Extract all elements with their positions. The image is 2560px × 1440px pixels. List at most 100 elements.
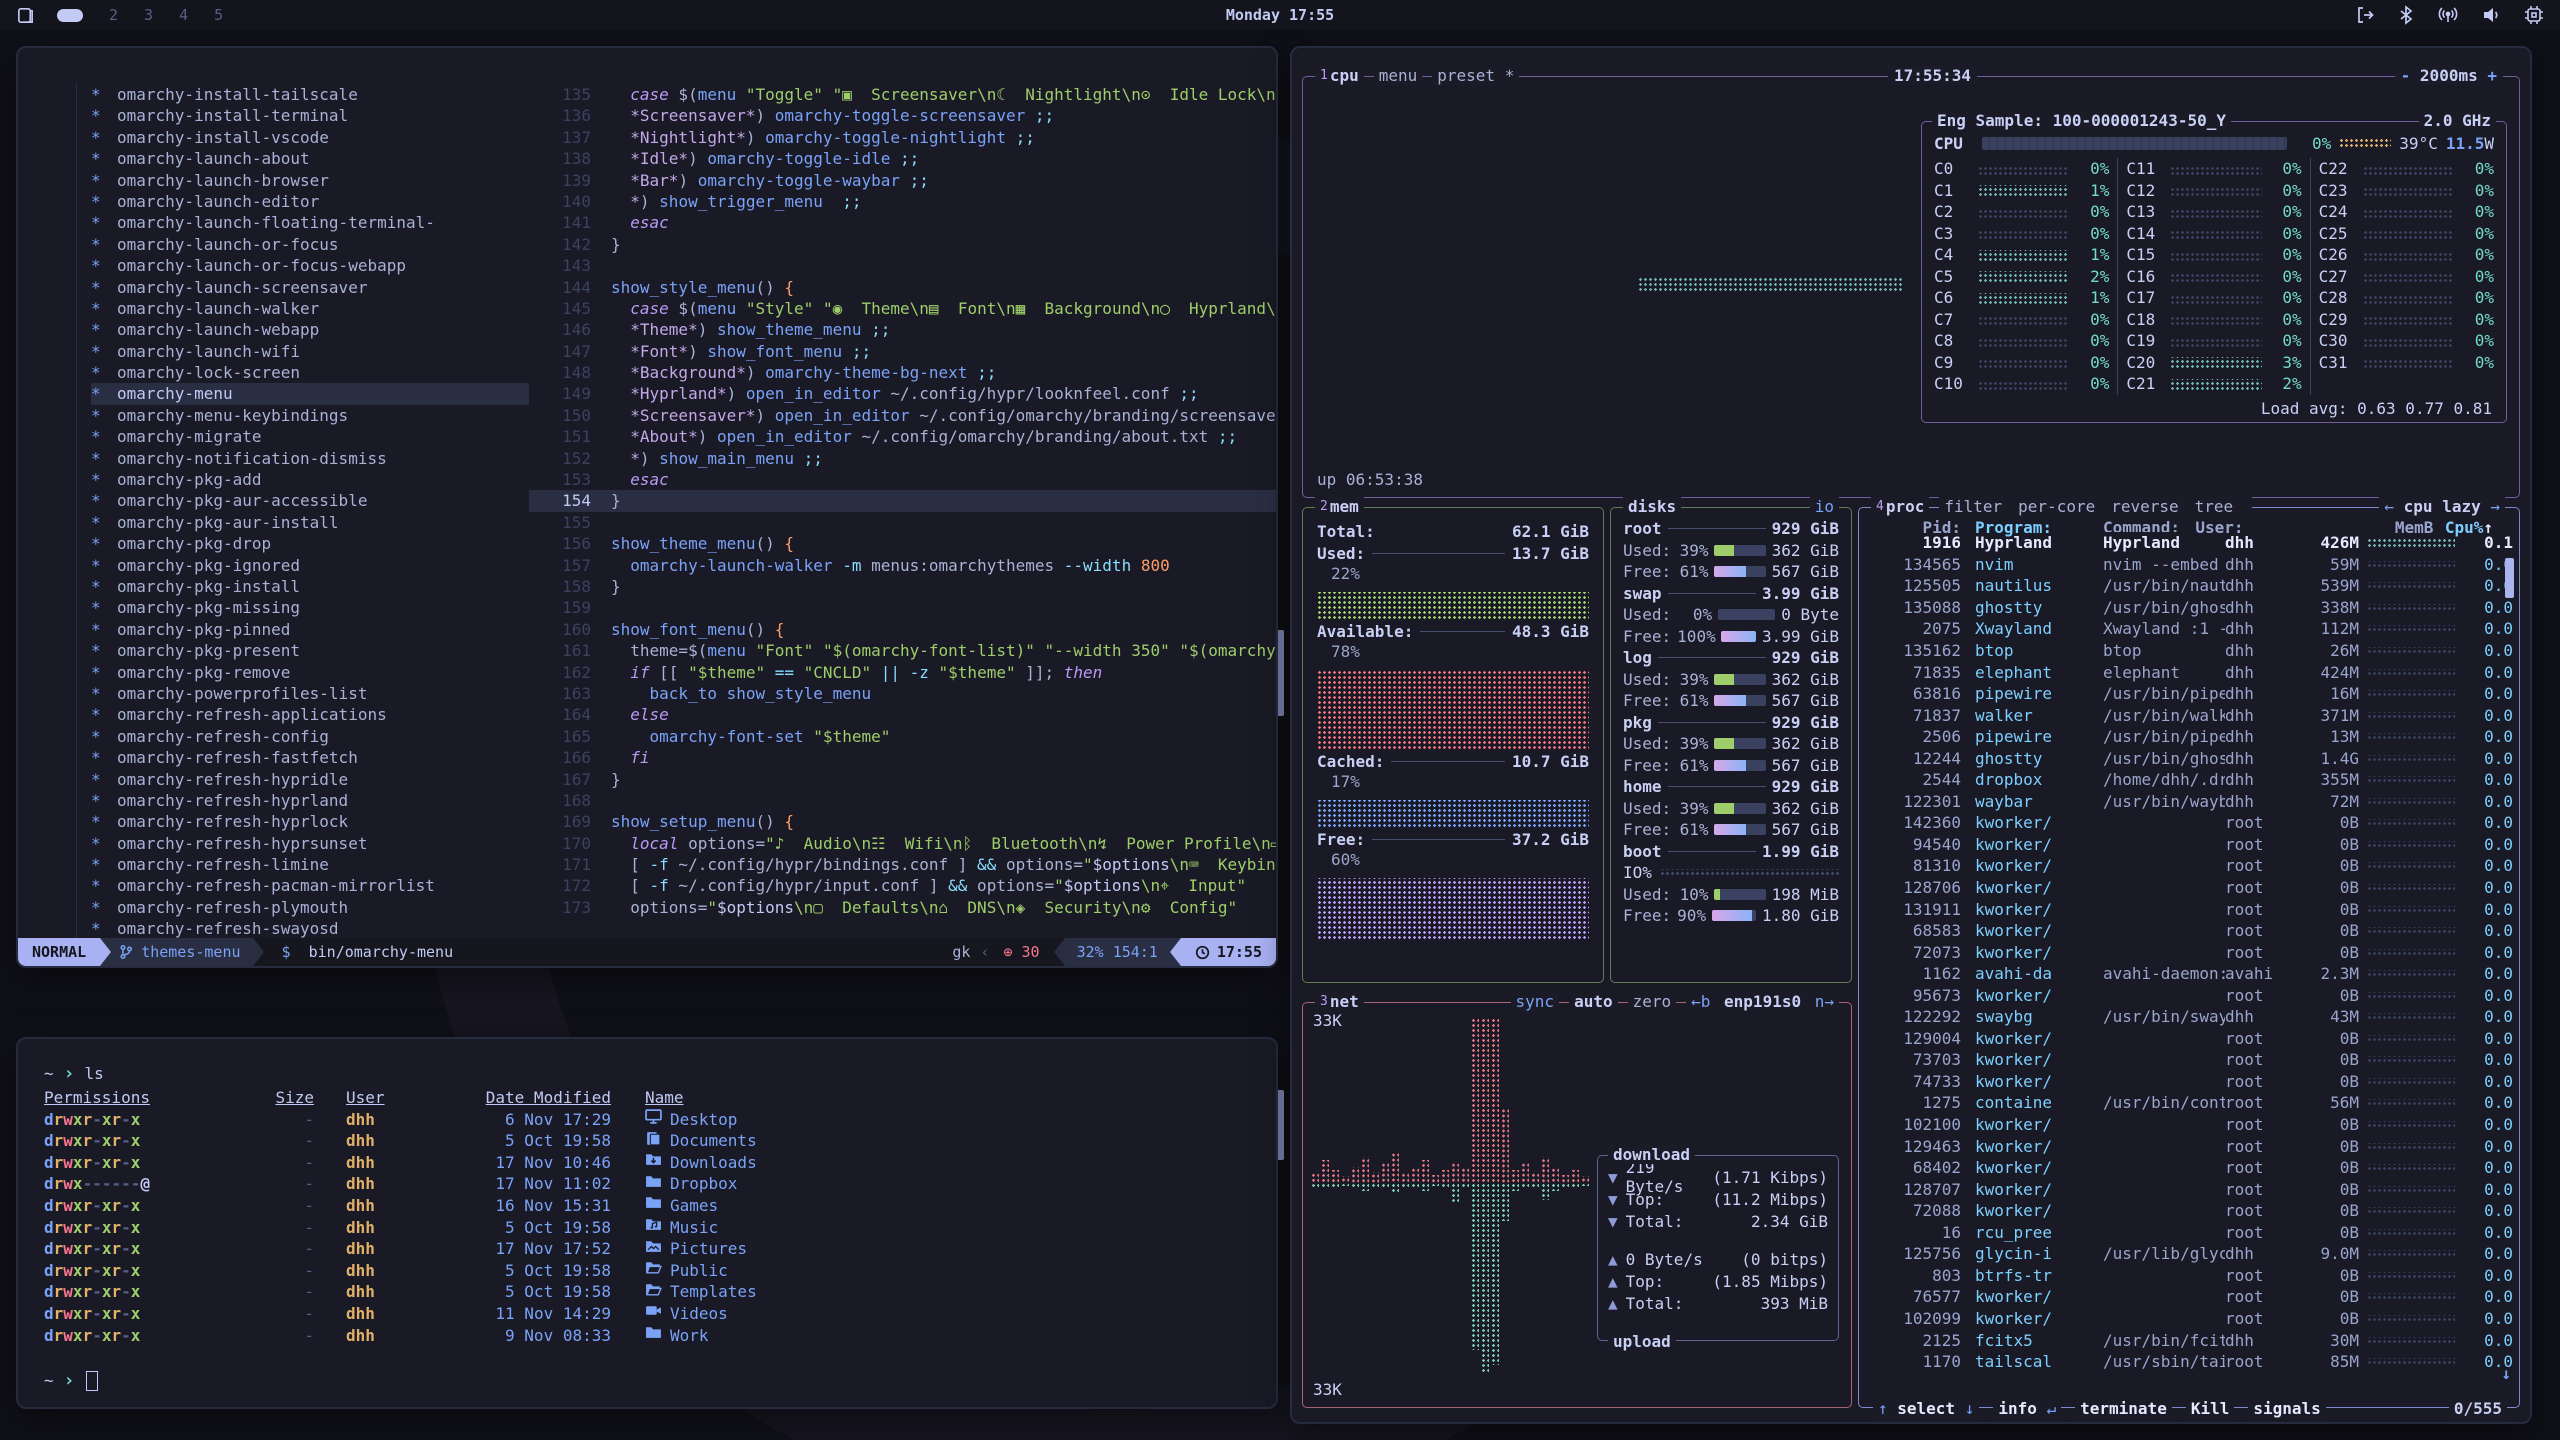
file-item[interactable]: *omarchy-refresh-swayosd xyxy=(91,918,529,939)
file-item[interactable]: *omarchy-pkg-aur-install xyxy=(91,512,529,533)
file-item[interactable]: *omarchy-refresh-hyprlock xyxy=(91,811,529,832)
proc-row[interactable]: 135088ghostty/usr/bin/ghostty --gtk-dhh3… xyxy=(1869,597,2513,619)
file-item[interactable]: *omarchy-launch-about xyxy=(91,148,529,169)
menu-button[interactable]: menu xyxy=(1374,66,1423,86)
file-item[interactable]: *omarchy-pkg-ignored xyxy=(91,555,529,576)
proc-tab-per-core[interactable]: per-core xyxy=(2018,497,2095,517)
proc-row[interactable]: 68402kworker/root0B0.0 xyxy=(1869,1157,2513,1179)
volume-icon[interactable] xyxy=(2481,5,2502,25)
workspaces-overview-icon[interactable] xyxy=(16,6,35,25)
proc-row[interactable]: 803btrfs-trroot0B0.0 xyxy=(1869,1265,2513,1287)
file-item[interactable]: *omarchy-pkg-install xyxy=(91,576,529,597)
prompt-line[interactable]: ~ › xyxy=(44,1370,1276,1392)
proc-col-user[interactable]: User: xyxy=(2195,518,2267,532)
proc-row[interactable]: 74733kworker/root0B0.0 xyxy=(1869,1071,2513,1093)
file-item[interactable]: *omarchy-install-terminal xyxy=(91,105,529,126)
proc-row[interactable]: 2506pipewire/usr/bin/pipewire-pulsedhh13… xyxy=(1869,726,2513,748)
proc-col-cpu%[interactable]: Cpu% xyxy=(2433,518,2483,532)
file-item[interactable]: *omarchy-refresh-plymouth xyxy=(91,897,529,918)
interface-switcher[interactable]: ←b enp191s0 n→ xyxy=(1686,992,1839,1012)
file-item[interactable]: *omarchy-launch-browser xyxy=(91,170,529,191)
file-item[interactable]: *omarchy-launch-webapp xyxy=(91,319,529,340)
file-item[interactable]: *omarchy-pkg-aur-accessible xyxy=(91,490,529,511)
dir-name[interactable]: Public xyxy=(611,1259,728,1282)
workspace-active[interactable] xyxy=(57,9,83,22)
proc-action-select[interactable]: ↑ select ↓ xyxy=(1873,1399,1979,1418)
auto-button[interactable]: auto xyxy=(1569,992,1618,1012)
file-item[interactable]: *omarchy-launch-walker xyxy=(91,298,529,319)
proc-row[interactable]: 122301waybar/usr/bin/waybardhh72M0.0 xyxy=(1869,791,2513,813)
proc-row[interactable]: 125756glycin-i/usr/lib/glycin-loadersdhh… xyxy=(1869,1243,2513,1265)
proc-row[interactable]: 142360kworker/root0B0.0 xyxy=(1869,812,2513,834)
file-item[interactable]: *omarchy-pkg-drop xyxy=(91,533,529,554)
file-item[interactable]: *omarchy-install-tailscale xyxy=(91,84,529,105)
proc-col-program[interactable]: Program: xyxy=(1961,518,2103,532)
tab-proc[interactable]: 4proc xyxy=(1871,497,1929,517)
proc-row[interactable]: 12244ghostty/usr/bin/ghostty --gtk-dhh1.… xyxy=(1869,747,2513,769)
proc-action-signals[interactable]: signals xyxy=(2248,1399,2325,1418)
code-pane[interactable]: 135 case $(menu "Toggle" "▣ Screensaver\… xyxy=(529,84,1276,938)
file-item[interactable]: *omarchy-launch-or-focus xyxy=(91,234,529,255)
proc-row[interactable]: 72073kworker/root0B0.0 xyxy=(1869,941,2513,963)
bluetooth-icon[interactable] xyxy=(2397,5,2415,25)
dir-name[interactable]: Games xyxy=(611,1194,718,1217)
clock[interactable]: Monday 17:55 xyxy=(1226,6,1334,24)
workspace-3[interactable]: 3 xyxy=(144,6,153,24)
sort-selector[interactable]: ← cpu lazy → xyxy=(2379,497,2505,516)
file-item[interactable]: *omarchy-notification-dismiss xyxy=(91,448,529,469)
file-item[interactable]: *omarchy-refresh-applications xyxy=(91,704,529,725)
proc-col-command[interactable]: Command: xyxy=(2103,518,2195,532)
proc-row[interactable]: 76577kworker/root0B0.0 xyxy=(1869,1286,2513,1308)
file-item[interactable]: *omarchy-refresh-hypridle xyxy=(91,769,529,790)
preset-button[interactable]: preset * xyxy=(1432,66,1519,86)
workspace-5[interactable]: 5 xyxy=(214,6,223,24)
file-item[interactable]: *omarchy-launch-or-focus-webapp xyxy=(91,255,529,276)
proc-action-info[interactable]: info ↵ xyxy=(1993,1399,2061,1418)
file-item[interactable]: *omarchy-launch-editor xyxy=(91,191,529,212)
zero-button[interactable]: zero xyxy=(1628,992,1677,1012)
file-item[interactable]: *omarchy-menu xyxy=(91,383,529,404)
file-item[interactable]: *omarchy-refresh-limine xyxy=(91,854,529,875)
proc-row[interactable]: 73703kworker/root0B0.0 xyxy=(1869,1049,2513,1071)
tab-cpu[interactable]: 1cpu xyxy=(1315,66,1364,86)
proc-row[interactable]: 129463kworker/root0B0.0 xyxy=(1869,1135,2513,1157)
tab-disks[interactable]: disks xyxy=(1623,497,1681,517)
cpu-icon[interactable] xyxy=(2524,5,2544,25)
workspace-2[interactable]: 2 xyxy=(109,6,118,24)
file-item[interactable]: *omarchy-pkg-present xyxy=(91,640,529,661)
scroll-down-indicator[interactable]: ↓ xyxy=(2501,1364,2511,1383)
proc-col-memb[interactable]: MemB xyxy=(2371,518,2433,532)
file-item[interactable]: *omarchy-refresh-fastfetch xyxy=(91,747,529,768)
proc-row[interactable]: 128706kworker/root0B0.0 xyxy=(1869,877,2513,899)
dir-name[interactable]: Videos xyxy=(611,1302,728,1325)
proc-row[interactable]: 71835elephantelephantdhh424M0.0 xyxy=(1869,661,2513,683)
dir-name[interactable]: Dropbox xyxy=(611,1173,737,1196)
proc-row[interactable]: 2544dropbox/home/dhh/.dropbox-distdhh355… xyxy=(1869,769,2513,791)
file-item[interactable]: *omarchy-menu-keybindings xyxy=(91,405,529,426)
proc-row[interactable]: 1275containe/usr/bin/containerdroot56M0.… xyxy=(1869,1092,2513,1114)
tab-net[interactable]: 3net xyxy=(1315,992,1364,1012)
proc-action-terminate[interactable]: terminate xyxy=(2075,1399,2172,1418)
file-item[interactable]: *omarchy-install-vscode xyxy=(91,127,529,148)
file-item[interactable]: *omarchy-migrate xyxy=(91,426,529,447)
proc-tab-filter[interactable]: filter xyxy=(1944,497,2002,517)
file-item[interactable]: *omarchy-pkg-add xyxy=(91,469,529,490)
proc-row[interactable]: 68583kworker/root0B0.0 xyxy=(1869,920,2513,942)
file-item[interactable]: *omarchy-pkg-remove xyxy=(91,662,529,683)
update-interval-control[interactable]: - 2000ms + xyxy=(2395,66,2503,85)
file-item[interactable]: *omarchy-refresh-config xyxy=(91,726,529,747)
file-item[interactable]: *omarchy-pkg-pinned xyxy=(91,619,529,640)
file-list-pane[interactable]: *omarchy-install-tailscale*omarchy-insta… xyxy=(76,84,529,938)
proc-tab-reverse[interactable]: reverse xyxy=(2111,497,2178,517)
proc-row[interactable]: 95673kworker/root0B0.0 xyxy=(1869,984,2513,1006)
proc-action-kill[interactable]: Kill xyxy=(2186,1399,2235,1418)
proc-tab-tree[interactable]: tree xyxy=(2195,497,2234,517)
file-item[interactable]: *omarchy-powerprofiles-list xyxy=(91,683,529,704)
proc-col-pid[interactable]: Pid: xyxy=(1869,518,1961,532)
proc-scrollbar[interactable] xyxy=(2505,558,2514,598)
dir-name[interactable]: Pictures xyxy=(611,1238,747,1261)
dir-name[interactable]: Desktop xyxy=(611,1108,737,1131)
logout-icon[interactable] xyxy=(2355,5,2375,25)
file-item[interactable]: *omarchy-pkg-missing xyxy=(91,597,529,618)
proc-row[interactable]: 16rcu_preeroot0B0.0 xyxy=(1869,1222,2513,1244)
